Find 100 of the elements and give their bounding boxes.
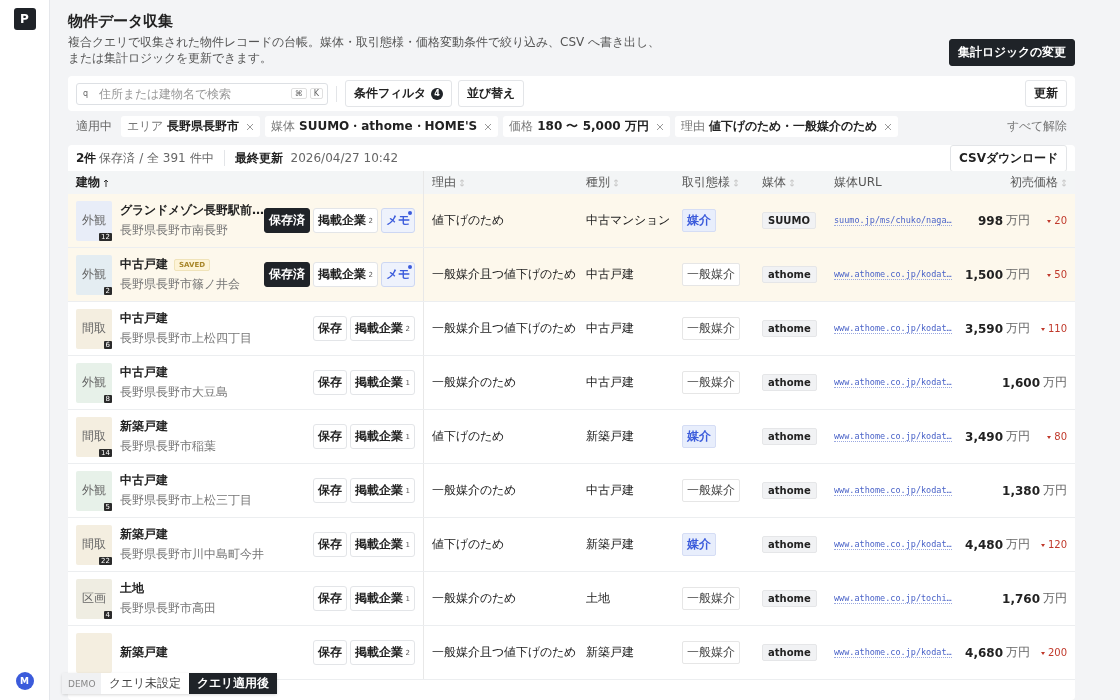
filter-chip[interactable]: エリア 長野県長野市 <box>121 116 260 138</box>
media-link[interactable]: www.athome.co.jp/kodat… <box>834 377 952 389</box>
price-unit: 万円 <box>1006 428 1030 446</box>
type-text: 土地 <box>586 590 610 608</box>
refresh-button[interactable]: 更新 <box>1025 80 1067 108</box>
price-unit: 万円 <box>1006 320 1030 338</box>
save-button[interactable]: 保存 <box>312 316 347 342</box>
column-label: 初売価格 <box>1010 174 1058 192</box>
logic-button[interactable]: 集計ロジックの変更 <box>949 39 1075 67</box>
sort-up-icon <box>103 178 109 187</box>
deal-tag: 媒介 <box>682 533 716 557</box>
filter-chip[interactable]: 理由 値下げのため・一般媒介のため <box>674 116 898 138</box>
thumb-label: 外観 <box>82 266 106 284</box>
save-button[interactable]: 保存 <box>312 424 347 450</box>
sort-icon <box>459 178 465 187</box>
type-text: 中古戸建 <box>586 266 634 284</box>
column-header[interactable]: 初売価格 <box>975 171 1075 195</box>
column-header[interactable]: 理由 <box>424 171 578 195</box>
media-link[interactable]: www.athome.co.jp/kodat… <box>834 539 952 551</box>
deal-tag: 媒介 <box>682 425 716 449</box>
memo-button[interactable]: メモ <box>381 262 415 288</box>
clear-all-link[interactable]: すべて解除 <box>1007 118 1067 136</box>
thumb-label: 区画 <box>82 590 106 608</box>
chip-value: SUUMO・athome・HOME'S <box>299 118 478 136</box>
price-value: 3,490 <box>965 429 1003 444</box>
close-icon <box>883 122 892 131</box>
search-field[interactable]: q 住所または建物名で検索 ⌘ K <box>76 82 328 105</box>
price-unit: 万円 <box>1006 212 1030 230</box>
page-title: 物件データ収集 <box>68 12 174 31</box>
chip-key: エリア <box>127 118 163 136</box>
column-header[interactable]: 媒体 <box>754 171 826 195</box>
price-value: 1,500 <box>965 267 1003 282</box>
saved-button[interactable]: 保存済 <box>263 262 310 288</box>
property-name: 中古戸建 <box>120 472 168 490</box>
thumb-label: 外観 <box>82 212 106 230</box>
type-text: 中古戸建 <box>586 320 634 338</box>
save-button[interactable]: 保存 <box>312 586 347 612</box>
media-tag: athome <box>762 428 817 446</box>
save-button[interactable]: 保存 <box>312 532 347 558</box>
price-value: 4,680 <box>965 645 1003 660</box>
media-tag: athome <box>762 482 817 500</box>
media-tag: athome <box>762 536 817 554</box>
filter-chip[interactable]: 価格 180 〜 5,000 万円 <box>503 116 670 138</box>
csv-download-button[interactable]: CSVダウンロード <box>950 145 1067 172</box>
price-unit: 万円 <box>1006 266 1030 284</box>
property-name: 中古戸建 <box>120 364 168 382</box>
down-icon <box>1040 650 1045 655</box>
updated-label: 最終更新 <box>234 149 283 167</box>
filter-chip[interactable]: 媒体 SUUMO・athome・HOME'S <box>265 116 499 138</box>
deal-tag: 一般媒介 <box>682 641 740 665</box>
price-drop: 20 <box>1039 215 1067 227</box>
reason-text: 一般媒介のため <box>432 590 516 608</box>
price-unit: 万円 <box>1043 374 1067 392</box>
property-name: 中古戸建 <box>120 310 168 328</box>
filter-button[interactable]: 条件フィルタ 4 <box>345 80 452 108</box>
price-drop: 200 <box>1039 647 1067 659</box>
media-link[interactable]: www.athome.co.jp/kodat… <box>834 485 952 497</box>
reason-text: 値下げのため <box>432 536 504 554</box>
save-button[interactable]: 保存 <box>312 370 347 396</box>
saved-button[interactable]: 保存済 <box>263 208 310 234</box>
deal-tag: 一般媒介 <box>682 479 740 503</box>
app-logo[interactable]: P <box>13 8 36 30</box>
property-name: 新築戸建 <box>120 644 168 662</box>
price-unit: 万円 <box>1043 482 1067 500</box>
media-link[interactable]: www.athome.co.jp/kodat… <box>834 647 952 659</box>
chip-key: 媒体 <box>271 118 295 136</box>
user-avatar[interactable]: M <box>15 672 34 690</box>
media-link[interactable]: www.athome.co.jp/tochi… <box>834 593 952 605</box>
thumb-label: 外観 <box>82 482 106 500</box>
reason-text: 一般媒介のため <box>432 482 516 500</box>
search-glyph: q <box>83 89 89 99</box>
column-header[interactable]: 媒体URL <box>826 171 975 195</box>
media-link[interactable]: www.athome.co.jp/kodat… <box>834 269 952 281</box>
sort-icon <box>1061 178 1067 187</box>
memo-button[interactable]: メモ <box>381 208 415 234</box>
media-tag: athome <box>762 644 817 662</box>
down-icon <box>1047 218 1052 223</box>
search-input[interactable]: 住所または建物名で検索 <box>97 85 288 102</box>
media-link[interactable]: suumo.jp/ms/chuko/naga… <box>834 215 952 227</box>
property-address: 長野県長野市稲葉 <box>120 438 217 456</box>
type-text: 中古マンション <box>586 212 670 230</box>
thumb-label: 間取 <box>82 320 106 338</box>
media-tag: athome <box>762 266 817 284</box>
price-drop: 50 <box>1039 269 1067 281</box>
property-address: 長野県長野市上松三丁目 <box>120 492 253 510</box>
demo-option[interactable]: クエリ適用後 <box>189 673 278 694</box>
save-button[interactable]: 保存 <box>312 640 347 666</box>
media-link[interactable]: www.athome.co.jp/kodat… <box>834 431 952 443</box>
property-name: 中古戸建 <box>120 256 168 274</box>
reason-text: 一般媒介且つ値下げのため <box>432 266 576 284</box>
demo-option[interactable]: クエリ未設定 <box>101 673 190 694</box>
media-link[interactable]: www.athome.co.jp/kodat… <box>834 323 952 335</box>
sort-button[interactable]: 並び替え <box>458 80 524 108</box>
type-text: 中古戸建 <box>586 482 634 500</box>
column-header[interactable]: 取引態様 <box>674 171 754 195</box>
sort-icon <box>613 178 619 187</box>
sort-icon <box>733 178 739 187</box>
column-header[interactable]: 種別 <box>578 171 674 195</box>
save-button[interactable]: 保存 <box>312 478 347 504</box>
chip-value: 長野県長野市 <box>167 118 239 136</box>
